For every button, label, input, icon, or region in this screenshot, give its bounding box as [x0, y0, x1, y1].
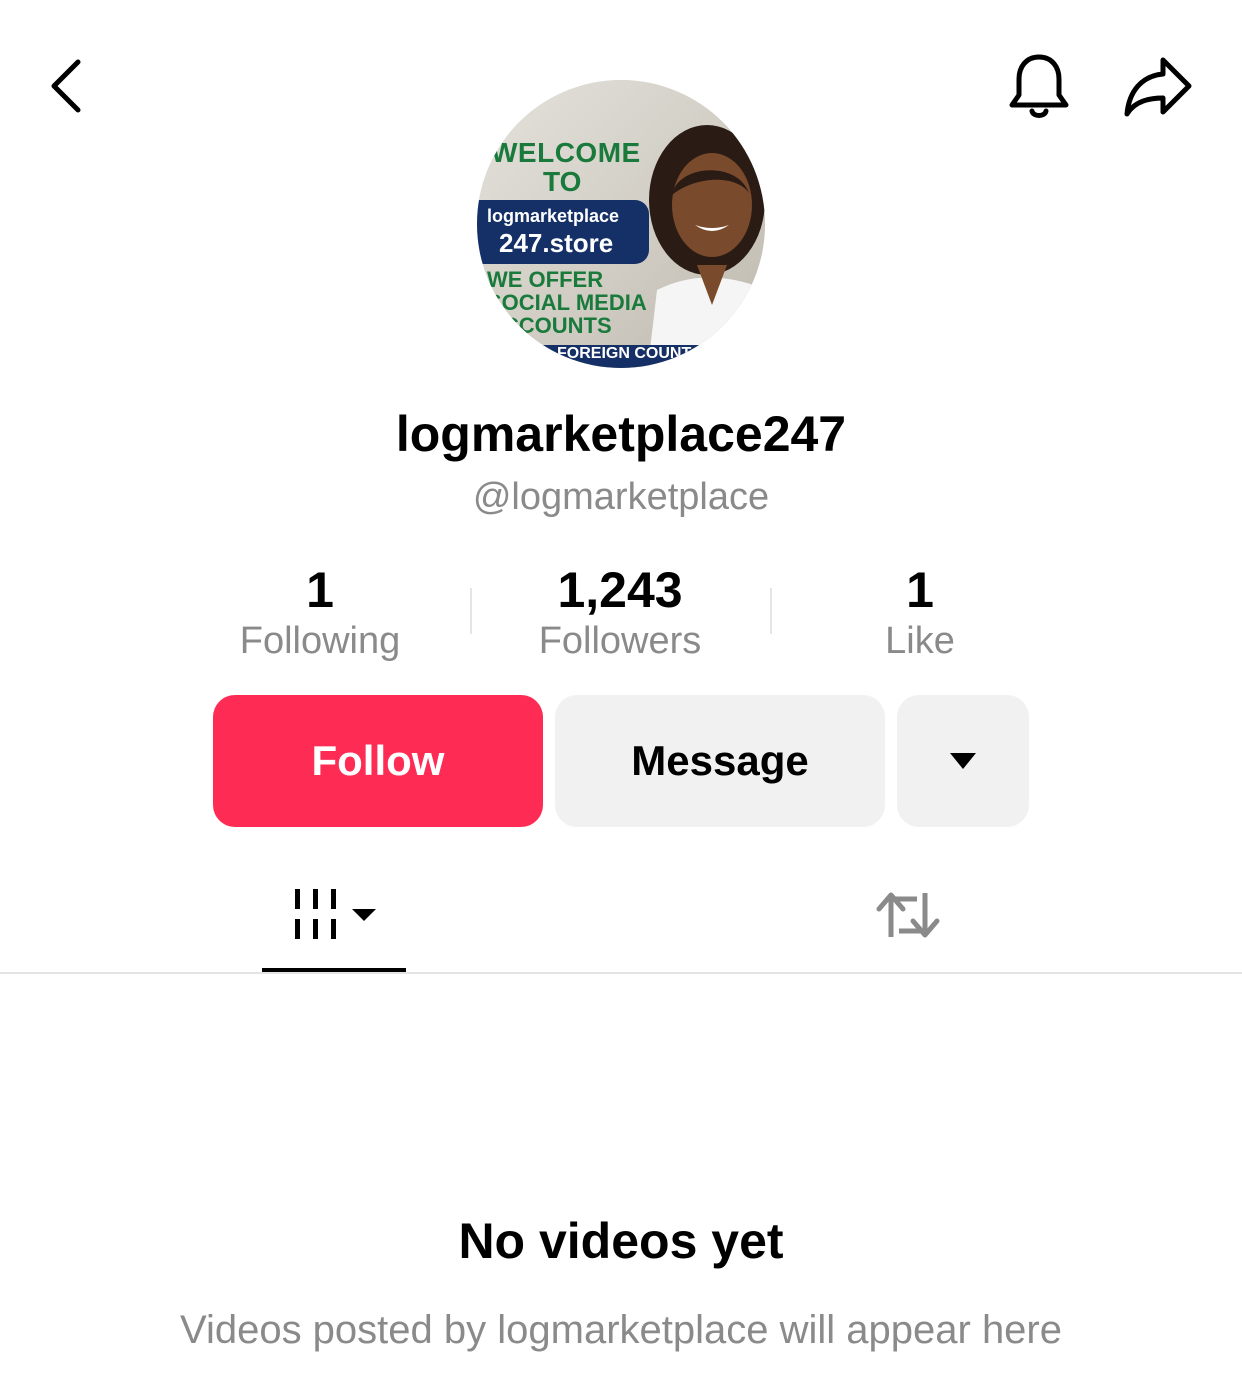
stat-likes[interactable]: 1 Like	[790, 562, 1050, 664]
avatar-band-text: FOREIGN COUNT	[477, 345, 765, 368]
message-button[interactable]: Message	[555, 695, 885, 827]
stat-divider	[470, 588, 472, 634]
avatar-site-line1: logmarketplace	[487, 206, 620, 226]
empty-state-subtitle: Videos posted by logmarketplace will app…	[179, 1308, 1062, 1352]
stat-followers-value: 1,243	[557, 562, 683, 618]
empty-state-title: No videos yet	[458, 1213, 784, 1269]
stat-followers[interactable]: 1,243 Followers	[490, 562, 750, 664]
stat-likes-value: 1	[906, 562, 934, 618]
stat-likes-label: Like	[885, 620, 955, 662]
chevron-left-icon	[51, 59, 81, 113]
avatar-to-text: TO	[543, 166, 582, 197]
tab-reposts[interactable]	[840, 870, 976, 960]
display-name: logmarketplace247	[395, 406, 847, 462]
stat-following-value: 1	[306, 562, 334, 618]
stat-divider	[770, 588, 772, 634]
avatar[interactable]: WELCOME TO logmarketplace 247.store WE O…	[477, 80, 765, 368]
follow-button[interactable]: Follow	[213, 695, 543, 827]
bell-icon	[1009, 54, 1069, 118]
video-grid-icon	[295, 889, 376, 939]
avatar-welcome-text: WELCOME	[491, 137, 641, 168]
avatar-site-line2: 247.store	[499, 228, 614, 258]
repost-icon	[876, 892, 940, 938]
avatar-site-box: logmarketplace 247.store	[477, 200, 649, 264]
username-handle: @logmarketplace	[472, 476, 770, 518]
back-button[interactable]	[30, 50, 102, 122]
more-options-button[interactable]	[897, 695, 1029, 827]
stat-followers-label: Followers	[538, 620, 702, 662]
avatar-offer-text: WE OFFER SOCIAL MEDIA ACCOUNTS	[487, 267, 646, 338]
tabs-divider	[0, 972, 1242, 974]
stat-following[interactable]: 1 Following	[190, 562, 450, 664]
caret-down-icon	[950, 753, 976, 769]
stat-following-label: Following	[239, 620, 401, 662]
tab-videos[interactable]	[262, 870, 406, 960]
share-arrow-icon	[1124, 57, 1192, 117]
notification-button[interactable]	[1000, 48, 1078, 126]
share-button[interactable]	[1115, 48, 1199, 126]
